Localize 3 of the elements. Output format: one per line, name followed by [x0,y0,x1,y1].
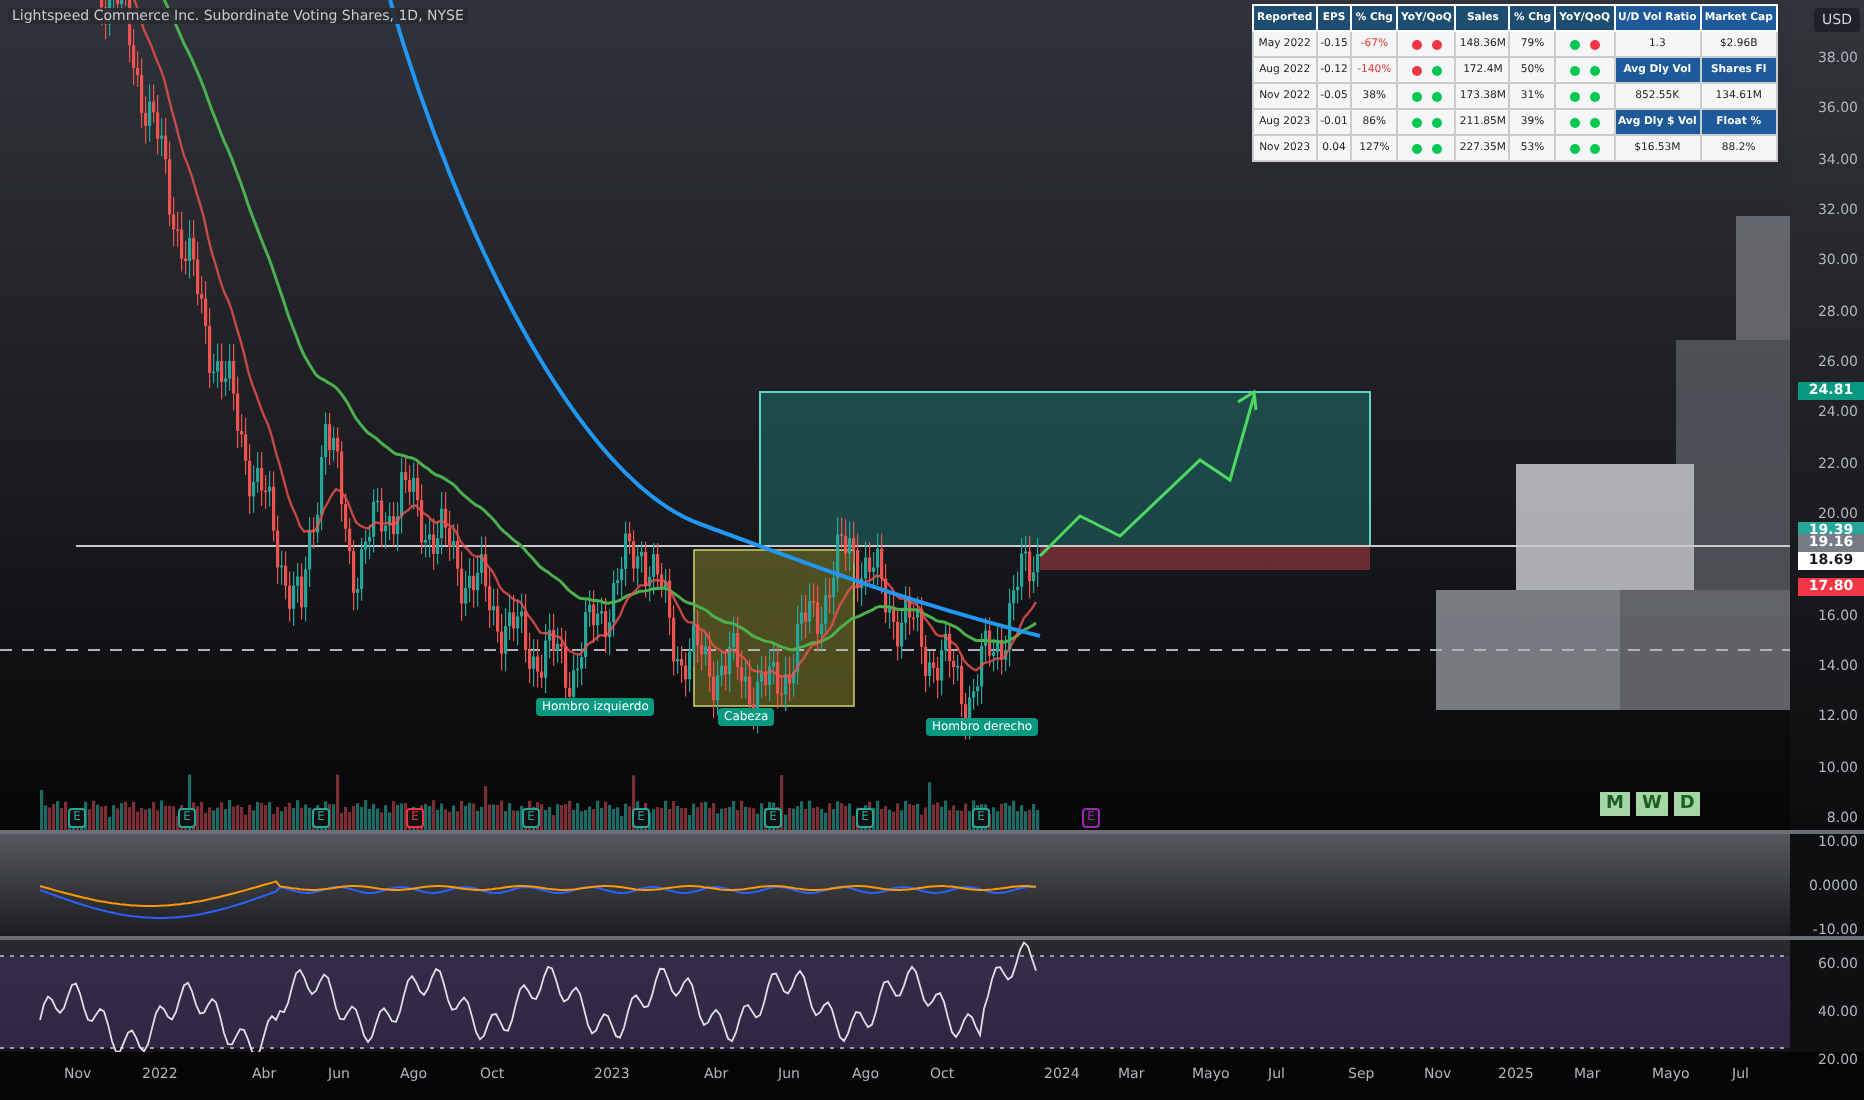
timeframe-button[interactable]: W [1635,792,1668,816]
timeframe-button[interactable]: D [1673,792,1701,816]
timeframe-button[interactable]: M [1600,792,1630,816]
